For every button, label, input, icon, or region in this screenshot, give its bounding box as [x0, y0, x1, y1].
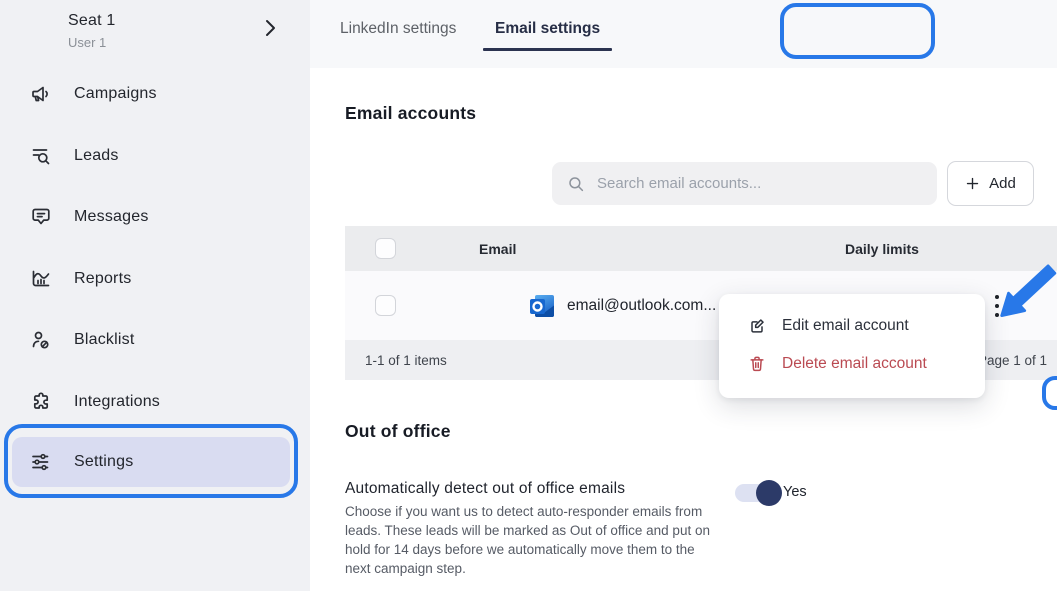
annotation-ring-email-tab	[780, 3, 935, 59]
column-header-daily-limits: Daily limits	[845, 241, 919, 257]
outlook-icon	[528, 292, 556, 320]
sidebar-item-leads[interactable]: Leads	[0, 134, 310, 178]
toggle-knob	[756, 480, 782, 506]
add-button-label: Add	[989, 175, 1016, 192]
sidebar-item-label: Settings	[74, 453, 133, 471]
sidebar-item-label: Campaigns	[74, 85, 157, 103]
edit-pencil-icon	[747, 316, 767, 336]
email-address-cell: email@outlook.com...	[567, 297, 716, 315]
tab-linkedin-settings[interactable]: LinkedIn settings	[340, 20, 456, 38]
sidebar-item-messages[interactable]: Messages	[0, 195, 310, 239]
annotation-ring-edit-item	[1042, 376, 1057, 410]
search-icon	[567, 175, 585, 193]
menu-item-label: Delete email account	[782, 355, 927, 373]
search-input[interactable]	[585, 175, 937, 192]
table-header-row: Email Daily limits	[345, 226, 1057, 271]
sidebar-item-label: Leads	[74, 147, 119, 165]
trash-icon	[747, 354, 767, 374]
sidebar-item-reports[interactable]: Reports	[0, 257, 310, 301]
plus-icon	[965, 176, 980, 191]
tab-email-settings[interactable]: Email settings	[495, 20, 600, 38]
add-email-account-button[interactable]: Add	[947, 161, 1034, 206]
sidebar-item-label: Messages	[74, 208, 149, 226]
chevron-right-icon[interactable]	[258, 16, 282, 40]
auto-detect-label: Automatically detect out of office email…	[345, 480, 625, 498]
chat-bubble-icon	[29, 205, 53, 229]
active-tab-underline	[483, 48, 612, 51]
seat-title: Seat 1	[68, 12, 115, 30]
sidebar: Seat 1 User 1 Campaigns Leads	[0, 0, 310, 591]
auto-detect-toggle[interactable]	[735, 484, 777, 502]
settings-tabbar: LinkedIn settings Email settings	[310, 0, 1057, 68]
select-all-checkbox[interactable]	[375, 238, 396, 259]
puzzle-icon	[29, 390, 53, 414]
menu-item-delete-email-account[interactable]: Delete email account	[719, 346, 985, 382]
search-email-accounts[interactable]	[552, 162, 937, 205]
row-checkbox[interactable]	[375, 295, 396, 316]
sidebar-item-integrations[interactable]: Integrations	[0, 380, 310, 424]
column-header-email: Email	[479, 241, 516, 257]
seat-switcher[interactable]: Seat 1 User 1	[68, 12, 115, 50]
sidebar-item-label: Reports	[74, 270, 131, 288]
leads-search-icon	[29, 144, 53, 168]
sidebar-item-settings[interactable]: Settings	[12, 437, 290, 487]
sidebar-item-blacklist[interactable]: Blacklist	[0, 318, 310, 362]
out-of-office-heading: Out of office	[345, 421, 451, 442]
sidebar-item-label: Blacklist	[74, 331, 134, 349]
row-actions-kebab-icon[interactable]	[988, 287, 1006, 325]
sliders-icon	[29, 450, 53, 474]
items-summary: 1-1 of 1 items	[365, 353, 447, 368]
menu-item-label: Edit email account	[782, 317, 909, 335]
seat-user: User 1	[68, 35, 115, 50]
row-actions-menu: Edit email account Delete email account	[719, 294, 985, 398]
user-block-icon	[29, 328, 53, 352]
auto-detect-description: Choose if you want us to detect auto-res…	[345, 502, 715, 579]
sidebar-item-campaigns[interactable]: Campaigns	[0, 72, 310, 116]
megaphone-icon	[29, 82, 53, 106]
toggle-state-label: Yes	[783, 484, 807, 500]
page-indicator: Page 1 of 1	[978, 353, 1047, 368]
email-settings-panel: Email accounts Add Email Daily limits	[310, 68, 1057, 591]
sidebar-item-label: Integrations	[74, 393, 160, 411]
chart-icon	[29, 267, 53, 291]
menu-item-edit-email-account[interactable]: Edit email account	[719, 308, 985, 344]
email-accounts-heading: Email accounts	[345, 103, 476, 124]
